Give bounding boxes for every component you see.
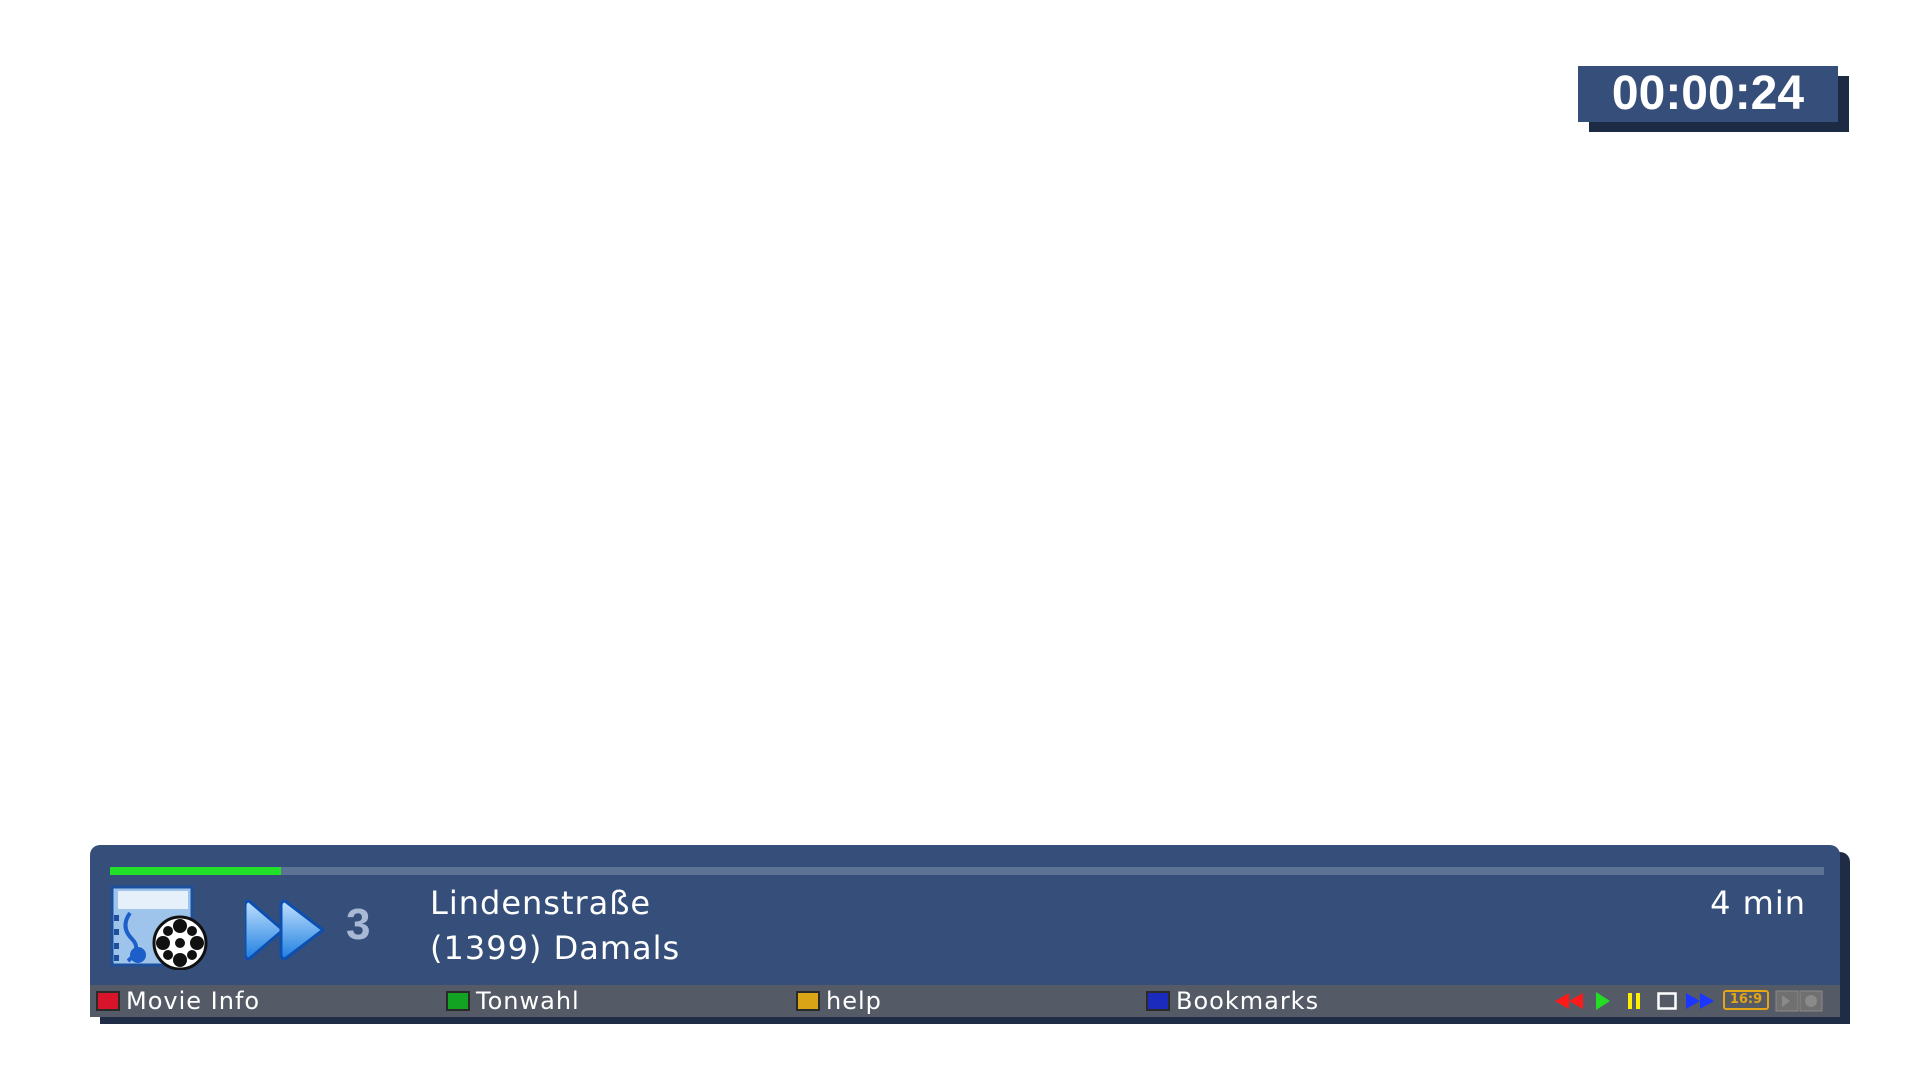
rewind-icon [1555, 993, 1583, 1009]
progress-bar[interactable] [110, 867, 1824, 875]
red-button-label: Movie Info [126, 987, 261, 1015]
movie-infobar: 3 Lindenstraße (1399) Damals 4 min Movie… [90, 845, 1840, 1017]
playback-speed: 3 [346, 900, 371, 949]
green-button-label: Tonwahl [476, 987, 580, 1015]
fast-forward-icon [245, 899, 325, 961]
subtitle-status-icon [1799, 990, 1823, 1012]
red-key-icon [96, 991, 120, 1011]
green-button-tonwahl[interactable]: Tonwahl [446, 985, 580, 1017]
blue-button-label: Bookmarks [1176, 987, 1320, 1015]
green-key-icon [446, 991, 470, 1011]
red-button-movie-info[interactable]: Movie Info [96, 985, 260, 1017]
yellow-button-label: help [826, 987, 882, 1015]
movie-reel-icon [110, 885, 208, 970]
stop-icon [1657, 992, 1677, 1010]
playback-status-icons: 16:9 [1555, 985, 1840, 1017]
audio-status-icon [1775, 990, 1799, 1012]
elapsed-time-box: 00:00:24 [1578, 66, 1849, 132]
fast-forward-status-icon [1686, 993, 1714, 1009]
episode-subtitle: (1399) Damals [430, 929, 681, 967]
yellow-key-icon [796, 991, 820, 1011]
blue-button-bookmarks[interactable]: Bookmarks [1146, 985, 1319, 1017]
aspect-ratio-badge: 16:9 [1723, 990, 1769, 1010]
pause-icon [1628, 993, 1640, 1009]
progress-fill [110, 867, 282, 875]
elapsed-time: 00:00:24 [1578, 66, 1838, 122]
play-icon [1596, 992, 1610, 1010]
yellow-button-help[interactable]: help [796, 985, 882, 1017]
color-button-row: Movie Info Tonwahl help Bookmarks 16:9 [90, 985, 1840, 1017]
movie-duration: 4 min [1710, 884, 1806, 922]
movie-title: Lindenstraße [430, 884, 652, 922]
blue-key-icon [1146, 991, 1170, 1011]
